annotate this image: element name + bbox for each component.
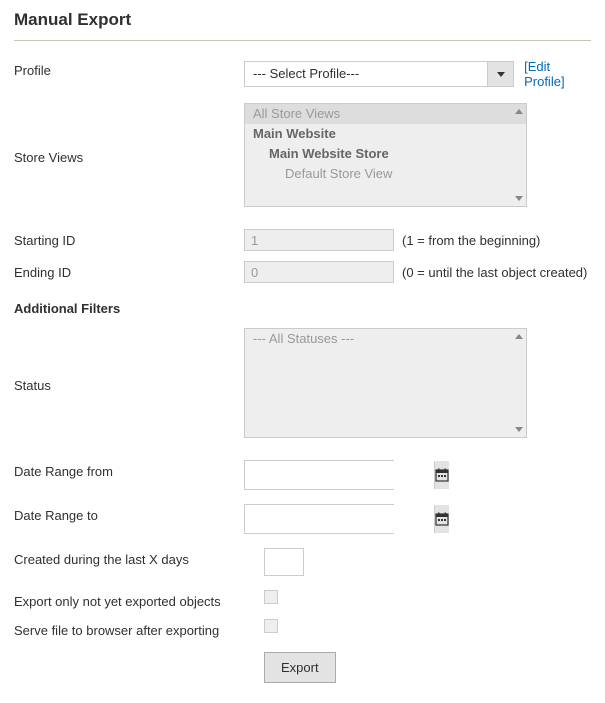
status-label: Status (14, 374, 244, 393)
divider (14, 40, 591, 41)
store-views-multiselect[interactable]: All Store ViewsMain WebsiteMain Website … (244, 103, 527, 207)
not-exported-label: Export only not yet exported objects (14, 590, 264, 609)
starting-id-label: Starting ID (14, 229, 244, 248)
scroll-up-icon[interactable] (515, 334, 523, 339)
not-exported-checkbox[interactable] (264, 590, 278, 604)
multiselect-option[interactable]: Default Store View (245, 164, 526, 184)
chevron-down-icon (497, 72, 505, 77)
last-x-days-label: Created during the last X days (14, 548, 264, 567)
serve-file-checkbox[interactable] (264, 619, 278, 633)
profile-select-button[interactable] (488, 61, 514, 87)
multiselect-option[interactable]: --- All Statuses --- (245, 329, 526, 349)
ending-id-hint: (0 = until the last object created) (402, 265, 587, 280)
multiselect-option[interactable]: Main Website (245, 124, 526, 144)
last-x-days-input[interactable] (264, 548, 304, 576)
page-title: Manual Export (14, 10, 591, 30)
scroll-down-icon[interactable] (515, 427, 523, 432)
serve-file-label: Serve file to browser after exporting (14, 619, 264, 638)
profile-label: Profile (14, 59, 244, 78)
export-button[interactable]: Export (264, 652, 336, 683)
profile-select-value: --- Select Profile--- (244, 61, 488, 87)
profile-select[interactable]: --- Select Profile--- (244, 61, 514, 87)
multiselect-option[interactable]: All Store Views (245, 104, 526, 124)
ending-id-input[interactable] (244, 261, 394, 283)
multiselect-option[interactable]: Main Website Store (245, 144, 526, 164)
starting-id-input[interactable] (244, 229, 394, 251)
calendar-icon (435, 468, 449, 482)
ending-id-label: Ending ID (14, 261, 244, 280)
date-from-input[interactable] (245, 461, 434, 489)
scroll-up-icon[interactable] (515, 109, 523, 114)
date-from-picker-button[interactable] (434, 461, 449, 489)
date-from-label: Date Range from (14, 460, 244, 479)
date-to-input[interactable] (245, 505, 434, 533)
date-to-label: Date Range to (14, 504, 244, 523)
status-multiselect[interactable]: --- All Statuses --- (244, 328, 527, 438)
calendar-icon (435, 512, 449, 526)
scroll-down-icon[interactable] (515, 196, 523, 201)
date-to-picker-button[interactable] (434, 505, 449, 533)
starting-id-hint: (1 = from the beginning) (402, 233, 540, 248)
additional-filters-title: Additional Filters (14, 301, 591, 316)
store-views-label: Store Views (14, 146, 244, 165)
edit-profile-link[interactable]: [Edit Profile] (524, 59, 591, 89)
spacer (14, 652, 264, 656)
